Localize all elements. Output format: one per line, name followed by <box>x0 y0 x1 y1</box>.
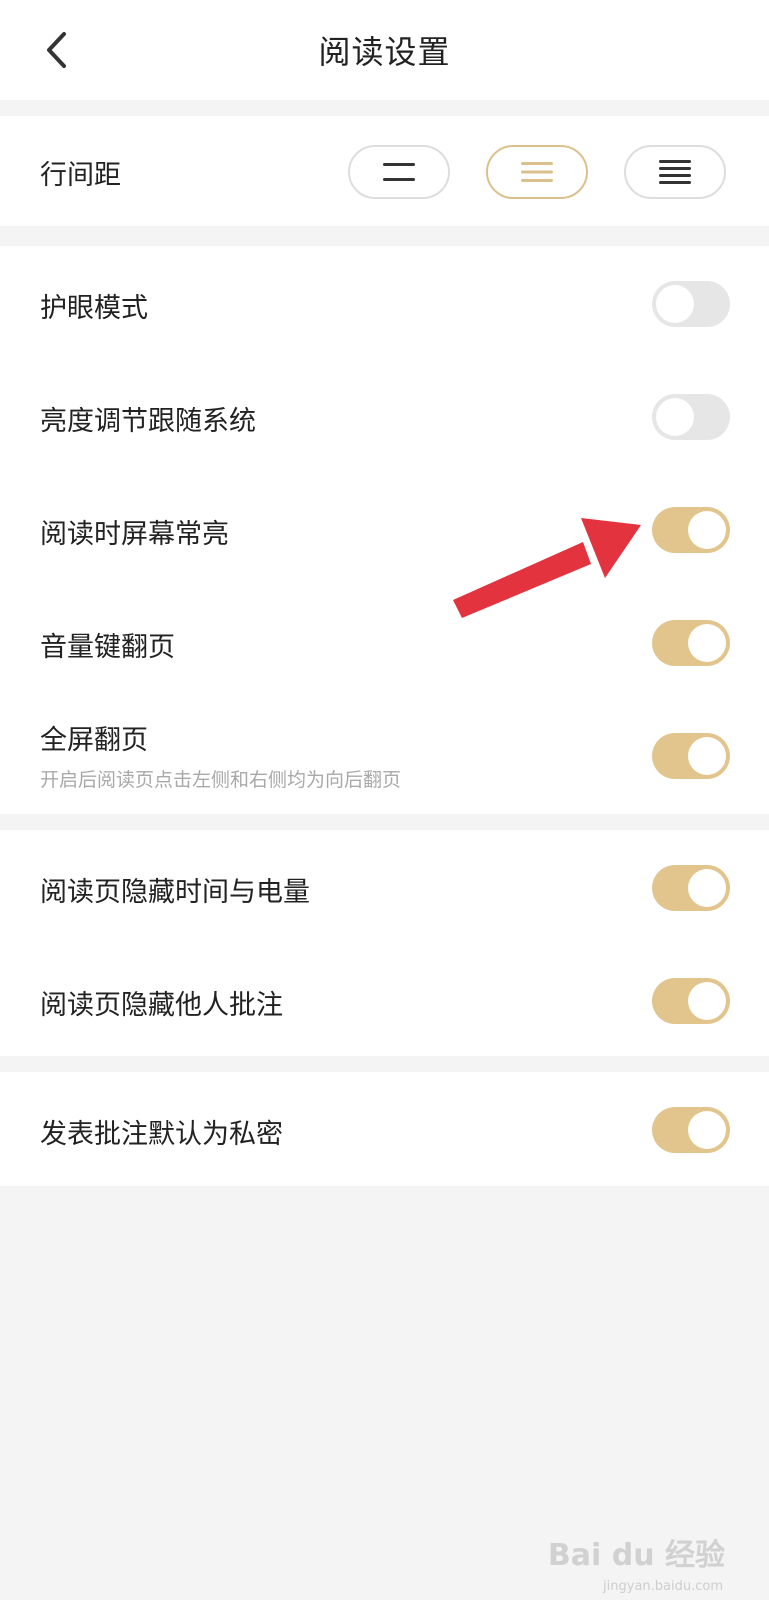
toggle-knob <box>688 511 726 549</box>
setting-row-fullscreen: 全屏翻页 开启后阅读页点击左侧和右侧均为向后翻页 <box>0 698 769 814</box>
screen-always-on-toggle[interactable] <box>652 507 730 553</box>
setting-row-hide-time-battery: 阅读页隐藏时间与电量 <box>0 830 769 943</box>
volume-key-page-turn-label: 音量键翻页 <box>40 632 175 663</box>
fullscreen-page-turn-toggle[interactable] <box>652 733 730 779</box>
line-spacing-tight-button[interactable] <box>624 145 726 199</box>
toggle-knob <box>688 737 726 775</box>
eye-protection-toggle[interactable] <box>652 281 730 327</box>
fullscreen-page-turn-label: 全屏翻页 <box>40 725 148 756</box>
setting-row-brightness: 亮度调节跟随系统 <box>0 359 769 472</box>
line-spacing-label: 行间距 <box>40 160 121 191</box>
hide-time-battery-label: 阅读页隐藏时间与电量 <box>40 877 310 908</box>
fullscreen-page-turn-description: 开启后阅读页点击左侧和右侧均为向后翻页 <box>40 769 402 791</box>
setting-row-screen-on: 阅读时屏幕常亮 <box>0 472 769 585</box>
toggle-knob <box>656 285 694 323</box>
line-spacing-loose-button[interactable] <box>348 145 450 199</box>
toggle-knob <box>688 624 726 662</box>
setting-row-private-notes: 发表批注默认为私密 <box>0 1072 769 1186</box>
screen-always-on-label: 阅读时屏幕常亮 <box>40 519 229 550</box>
hide-settings-section: 阅读页隐藏时间与电量 阅读页隐藏他人批注 <box>0 830 769 1056</box>
header-bar: 阅读设置 <box>0 0 769 100</box>
display-settings-section: 护眼模式 亮度调节跟随系统 阅读时屏幕常亮 音量键翻页 全屏翻页 开启后阅读页点… <box>0 246 769 814</box>
setting-row-hide-others-notes: 阅读页隐藏他人批注 <box>0 943 769 1056</box>
private-notes-default-toggle[interactable] <box>652 1107 730 1153</box>
line-spacing-medium-icon <box>521 162 553 182</box>
line-spacing-tight-icon <box>659 160 691 184</box>
private-notes-default-label: 发表批注默认为私密 <box>40 1119 283 1150</box>
watermark-url: jingyan.baidu.com <box>603 1579 723 1594</box>
notes-privacy-section: 发表批注默认为私密 <box>0 1072 769 1186</box>
eye-protection-label: 护眼模式 <box>40 293 148 324</box>
setting-row-eye-protection: 护眼模式 <box>0 246 769 359</box>
line-spacing-section: 行间距 <box>0 116 769 226</box>
brightness-follow-system-label: 亮度调节跟随系统 <box>40 406 256 437</box>
setting-row-volume-key: 音量键翻页 <box>0 585 769 698</box>
toggle-knob <box>688 982 726 1020</box>
watermark: Bai du 经验 <box>547 1538 725 1573</box>
page-title: 阅读设置 <box>318 33 451 71</box>
hide-time-battery-toggle[interactable] <box>652 865 730 911</box>
toggle-knob <box>688 1111 726 1149</box>
line-spacing-medium-button[interactable] <box>486 145 588 199</box>
line-spacing-loose-icon <box>383 163 415 181</box>
toggle-knob <box>656 398 694 436</box>
brightness-follow-system-toggle[interactable] <box>652 394 730 440</box>
hide-others-notes-toggle[interactable] <box>652 978 730 1024</box>
toggle-knob <box>688 869 726 907</box>
volume-key-page-turn-toggle[interactable] <box>652 620 730 666</box>
hide-others-notes-label: 阅读页隐藏他人批注 <box>40 990 283 1021</box>
